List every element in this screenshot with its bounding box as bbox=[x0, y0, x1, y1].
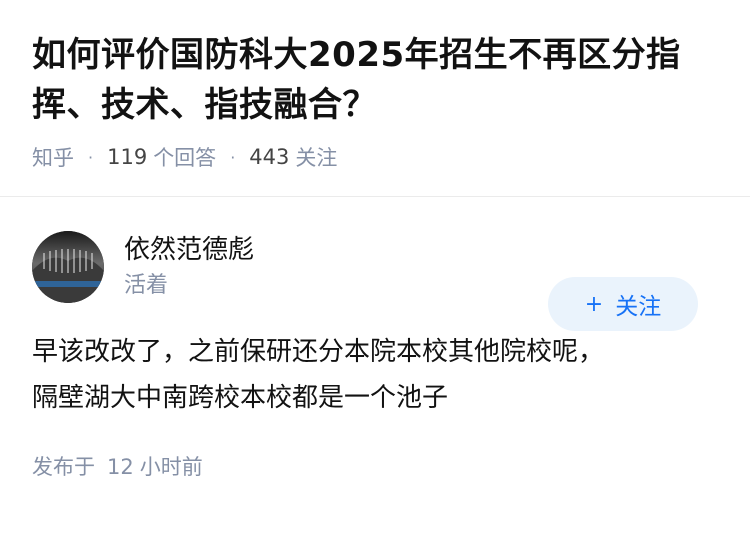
author-badge: 活着 bbox=[124, 273, 169, 298]
followers-count: 443 bbox=[249, 145, 290, 169]
answer-card: 依然范德彪 活着 + 关注 早该改改了，之前保研还分本院本校其他院校呢， 隔壁湖… bbox=[0, 231, 750, 481]
answers-label[interactable]: 个回答 bbox=[153, 142, 216, 172]
publish-value: 12 bbox=[107, 455, 134, 479]
question-header: 如何评价国防科大2025年招生不再区分指挥、技术、指技融合？ 知乎 · 119 … bbox=[0, 0, 750, 172]
question-meta: 知乎 · 119 个回答 · 443 关注 bbox=[32, 142, 718, 172]
question-title[interactable]: 如何评价国防科大2025年招生不再区分指挥、技术、指技融合？ bbox=[32, 30, 718, 130]
content-line: 早该改改了，之前保研还分本院本校其他院校呢， bbox=[32, 337, 605, 367]
follow-button-label: 关注 bbox=[615, 294, 662, 320]
answer-content[interactable]: 早该改改了，之前保研还分本院本校其他院校呢， 隔壁湖大中南跨校本校都是一个池子 bbox=[32, 329, 718, 421]
follow-button[interactable]: + 关注 bbox=[548, 277, 698, 331]
avatar-image bbox=[32, 231, 104, 303]
avatar[interactable] bbox=[32, 231, 104, 303]
followers-label[interactable]: 关注 bbox=[295, 142, 337, 172]
author-info: 依然范德彪 活着 bbox=[124, 232, 254, 302]
content-line: 隔壁湖大中南跨校本校都是一个池子 bbox=[32, 383, 449, 413]
answers-count: 119 bbox=[107, 145, 148, 169]
publish-prefix: 发布于 bbox=[32, 455, 95, 479]
publish-time: 发布于 12 小时前 bbox=[32, 451, 718, 481]
separator-dot: · bbox=[230, 147, 236, 167]
divider bbox=[0, 196, 750, 197]
source-label[interactable]: 知乎 bbox=[32, 142, 74, 172]
plus-icon: + bbox=[584, 291, 604, 317]
author-name[interactable]: 依然范德彪 bbox=[124, 232, 254, 268]
separator-dot: · bbox=[88, 147, 94, 167]
publish-unit: 小时前 bbox=[139, 455, 203, 479]
